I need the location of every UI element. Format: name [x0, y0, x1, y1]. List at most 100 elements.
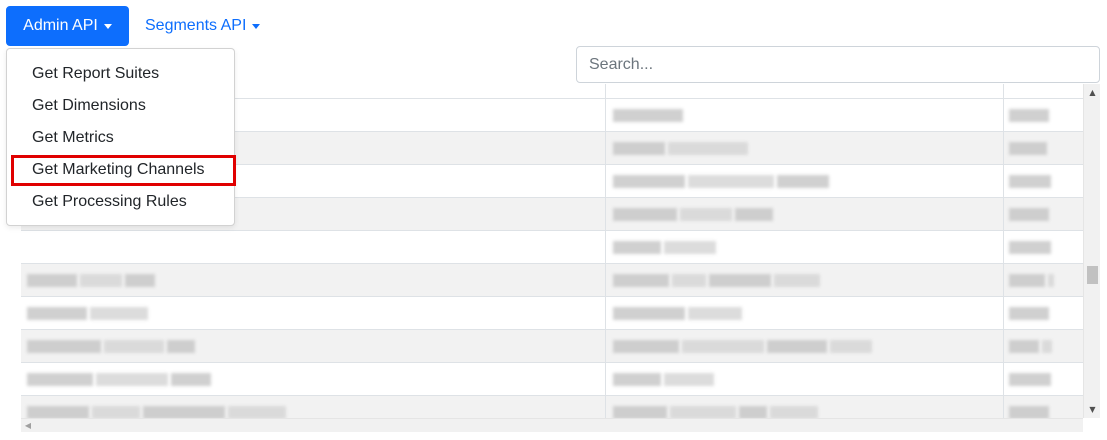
column-divider: [605, 84, 606, 418]
menu-item-get-processing-rules[interactable]: Get Processing Rules: [7, 186, 234, 218]
table-cell-col2: [613, 141, 748, 156]
table-cell-col2: [613, 240, 716, 255]
redacted-text: [767, 340, 827, 353]
redacted-text: [613, 109, 683, 122]
redacted-text: [1042, 340, 1052, 353]
table-row[interactable]: [21, 395, 1083, 418]
table-cell-col2: [613, 174, 829, 189]
redacted-text: [1009, 274, 1045, 287]
menu-item-get-metrics[interactable]: Get Metrics: [7, 122, 234, 154]
table-cell-col3: [1009, 405, 1049, 418]
table-cell-col1: [27, 339, 195, 354]
redacted-text: [27, 340, 101, 353]
admin-api-dropdown-button[interactable]: Admin API: [6, 6, 129, 46]
table-cell-col2: [613, 339, 872, 354]
redacted-text: [688, 307, 742, 320]
table-row[interactable]: [21, 362, 1083, 395]
arrow-up-icon[interactable]: ▲: [1084, 85, 1101, 99]
redacted-text: [1009, 175, 1051, 188]
table-cell-col3: [1009, 372, 1051, 387]
table-cell-col3: [1009, 174, 1051, 189]
menu-item-get-dimensions[interactable]: Get Dimensions: [7, 90, 234, 122]
redacted-text: [27, 373, 93, 386]
redacted-text: [171, 373, 211, 386]
table-cell-col2: [613, 207, 773, 222]
table-cell-col3: [1009, 240, 1051, 255]
redacted-text: [613, 241, 661, 254]
table-cell-col3: [1009, 141, 1047, 156]
redacted-text: [1009, 406, 1049, 418]
table-cell-col2: [613, 306, 742, 321]
redacted-text: [770, 406, 818, 418]
redacted-text: [613, 208, 677, 221]
redacted-text: [613, 274, 669, 287]
redacted-text: [613, 142, 665, 155]
table-cell-col2: [613, 405, 818, 418]
redacted-text: [613, 307, 685, 320]
admin-api-label: Admin API: [23, 17, 98, 34]
table-cell-col1: [27, 405, 286, 418]
caret-down-icon: [103, 24, 112, 29]
redacted-text: [830, 340, 872, 353]
table-row[interactable]: [21, 296, 1083, 329]
redacted-text: [143, 406, 225, 418]
redacted-text: [613, 406, 667, 418]
vertical-scrollbar[interactable]: ▲ ▼: [1083, 84, 1100, 418]
redacted-text: [90, 307, 148, 320]
page: Admin API Segments API ▲ ▼ ◀ Get Report …: [0, 0, 1107, 440]
table-cell-col1: [27, 306, 148, 321]
table-row[interactable]: [21, 329, 1083, 362]
redacted-text: [680, 208, 732, 221]
table-cell-col3: [1009, 339, 1052, 354]
redacted-text: [1009, 307, 1049, 320]
redacted-text: [1009, 340, 1039, 353]
scrollbar-thumb[interactable]: [1087, 266, 1098, 284]
menu-item-get-marketing-channels[interactable]: Get Marketing Channels: [7, 154, 234, 186]
horizontal-scrollbar[interactable]: ◀: [21, 418, 1083, 432]
arrow-left-icon[interactable]: ◀: [21, 419, 35, 432]
admin-api-dropdown-menu: Get Report Suites Get Dimensions Get Met…: [6, 48, 236, 226]
table-row[interactable]: [21, 230, 1083, 263]
redacted-text: [104, 340, 164, 353]
redacted-text: [613, 340, 679, 353]
redacted-text: [1009, 373, 1051, 386]
redacted-text: [664, 241, 716, 254]
redacted-text: [735, 208, 773, 221]
table-cell-col3: [1009, 207, 1049, 222]
redacted-text: [80, 274, 122, 287]
table-row[interactable]: [21, 263, 1083, 296]
redacted-text: [1009, 142, 1047, 155]
redacted-text: [664, 373, 714, 386]
redacted-text: [777, 175, 829, 188]
redacted-text: [228, 406, 286, 418]
redacted-text: [670, 406, 736, 418]
search-input[interactable]: [576, 46, 1100, 83]
table-cell-col3: [1009, 273, 1054, 288]
redacted-text: [27, 406, 89, 418]
segments-api-label: Segments API: [145, 17, 247, 34]
redacted-text: [125, 274, 155, 287]
redacted-text: [672, 274, 706, 287]
table-cell-col3: [1009, 108, 1049, 123]
redacted-text: [96, 373, 168, 386]
redacted-text: [613, 373, 661, 386]
menu-item-get-report-suites[interactable]: Get Report Suites: [7, 58, 234, 90]
redacted-text: [1009, 241, 1051, 254]
redacted-text: [709, 274, 771, 287]
table-cell-col2: [613, 273, 820, 288]
table-cell-col3: [1009, 306, 1049, 321]
table-cell-col2: [613, 372, 714, 387]
redacted-text: [739, 406, 767, 418]
column-divider: [1003, 84, 1004, 418]
redacted-text: [613, 175, 685, 188]
redacted-text: [774, 274, 820, 287]
table-cell-col1: [27, 273, 155, 288]
redacted-text: [27, 307, 87, 320]
redacted-text: [668, 142, 748, 155]
redacted-text: [27, 274, 77, 287]
table-cell-col1: [27, 372, 211, 387]
arrow-down-icon[interactable]: ▼: [1084, 402, 1101, 416]
table-cell-col2: [613, 108, 683, 123]
segments-api-dropdown-button[interactable]: Segments API: [140, 6, 265, 46]
redacted-text: [1009, 208, 1049, 221]
